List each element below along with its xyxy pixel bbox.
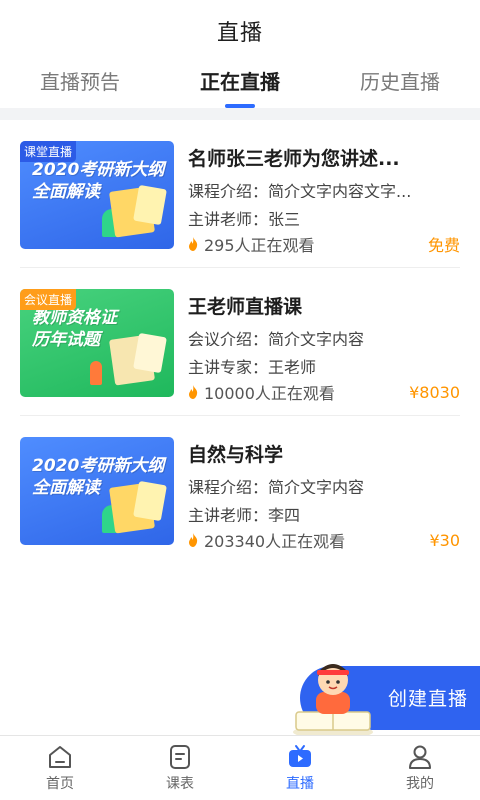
card-title: 名师张三老师为您讲述... <box>188 148 400 170</box>
price-label: 免费 <box>427 236 460 255</box>
tabbar-item-home[interactable]: 首页 <box>0 736 120 800</box>
flame-icon <box>189 385 198 399</box>
price-label: ¥8030 <box>409 382 460 402</box>
home-icon <box>49 746 71 768</box>
header: 直播 <box>0 0 480 62</box>
reading-kid-illustration <box>293 664 373 739</box>
intro-value: 简介文字内容 <box>268 478 365 494</box>
tabbar-label: 首页 <box>46 776 74 792</box>
tab-bar: 直播预告 正在直播 历史直播 <box>0 62 480 108</box>
intro-value: 简介文字内容文字... <box>268 182 412 198</box>
tab-active-indicator <box>225 104 255 108</box>
tab-live-now[interactable]: 正在直播 <box>160 62 320 108</box>
teacher-value: 张三 <box>268 210 301 226</box>
tabbar-item-live[interactable]: 直播 <box>240 736 360 800</box>
thumbnail-text-line: 2020考研新大纲 <box>32 456 165 476</box>
intro-label: 会议介绍： <box>188 330 269 346</box>
live-tv-icon <box>289 745 311 767</box>
intro-value: 简介文字内容 <box>268 330 365 346</box>
live-type-badge: 会议直播 <box>20 289 77 310</box>
intro-label: 课程介绍： <box>188 182 269 198</box>
tab-history[interactable]: 历史直播 <box>320 62 480 108</box>
live-card[interactable]: 2020考研新大纲 全面解读 课堂直播 名师张三老师为您讲述... 课程介绍：简… <box>20 120 460 268</box>
price-label: ¥30 <box>429 530 460 550</box>
card-meta: 295人正在观看 免费 <box>188 232 460 256</box>
card-info: 王老师直播课 会议介绍：简介文字内容 主讲专家：王老师 10000人正在观看 ¥… <box>188 289 460 404</box>
book-illustration <box>133 332 167 374</box>
thumbnail-text-line: 2020考研新大纲 <box>32 160 165 180</box>
live-type-badge: 课堂直播 <box>20 141 77 162</box>
book-illustration <box>133 184 167 226</box>
card-meta: 203340人正在观看 ¥30 <box>188 528 460 552</box>
teacher-line: 主讲老师：张三 <box>188 206 460 226</box>
intro-line: 课程介绍：简介文字内容文字... <box>188 178 460 198</box>
thumbnail-text-line: 历年试题 <box>32 330 100 350</box>
teacher-label: 主讲老师： <box>188 210 269 226</box>
live-card[interactable]: 教师资格证 历年试题 会议直播 王老师直播课 会议介绍：简介文字内容 主讲专家：… <box>20 268 460 416</box>
schedule-icon <box>170 745 190 769</box>
tabbar-item-profile[interactable]: 我的 <box>360 736 480 800</box>
teacher-value: 李四 <box>268 506 301 522</box>
teacher-label: 主讲专家： <box>188 358 269 374</box>
tabbar-label: 直播 <box>286 776 314 792</box>
card-info: 自然与科学 课程介绍：简介文字内容 主讲老师：李四 203340人正在观看 ¥3… <box>188 437 460 552</box>
course-thumbnail[interactable]: 教师资格证 历年试题 会议直播 <box>20 289 174 397</box>
teacher-line: 主讲老师：李四 <box>188 502 460 522</box>
live-card[interactable]: 2020考研新大纲 全面解读 自然与科学 课程介绍：简介文字内容 主讲老师：李四… <box>20 416 460 564</box>
tabbar-label: 课表 <box>166 776 194 792</box>
teacher-line: 主讲专家：王老师 <box>188 354 460 374</box>
thumbnail-text: 教师资格证 历年试题 <box>32 307 117 351</box>
teacher-value: 王老师 <box>268 358 317 374</box>
live-list: 2020考研新大纲 全面解读 课堂直播 名师张三老师为您讲述... 课程介绍：简… <box>0 120 480 564</box>
card-meta: 10000人正在观看 ¥8030 <box>188 380 460 404</box>
page-title: 直播 <box>216 21 263 46</box>
section-divider <box>0 108 480 120</box>
card-info: 名师张三老师为您讲述... 课程介绍：简介文字内容文字... 主讲老师：张三 2… <box>188 141 460 256</box>
profile-icon <box>409 745 431 769</box>
viewer-count-text: 295人正在观看 <box>204 236 315 255</box>
tab-live-now-label: 正在直播 <box>200 70 280 94</box>
viewer-count-text: 10000人正在观看 <box>204 384 335 403</box>
card-title: 王老师直播课 <box>188 296 303 318</box>
tab-upcoming[interactable]: 直播预告 <box>0 62 160 108</box>
bottom-tab-bar: 首页 课表 直播 我的 <box>0 735 480 800</box>
tabbar-item-schedule[interactable]: 课表 <box>120 736 240 800</box>
create-live-button[interactable]: 创建直播 <box>293 664 480 739</box>
tabbar-label: 我的 <box>406 776 434 792</box>
viewer-count-text: 203340人正在观看 <box>204 532 346 551</box>
teacher-label: 主讲老师： <box>188 506 269 522</box>
intro-label: 课程介绍： <box>188 478 269 494</box>
viewer-count: 295人正在观看 <box>188 232 315 256</box>
course-thumbnail[interactable]: 2020考研新大纲 全面解读 课堂直播 <box>20 141 174 249</box>
viewer-count: 203340人正在观看 <box>188 528 345 552</box>
card-title: 自然与科学 <box>188 444 284 466</box>
create-live-label: 创建直播 <box>387 688 468 710</box>
book-illustration <box>133 480 167 522</box>
course-thumbnail[interactable]: 2020考研新大纲 全面解读 <box>20 437 174 545</box>
thumbnail-text-line: 教师资格证 <box>32 308 117 328</box>
person-illustration <box>90 361 102 385</box>
viewer-count: 10000人正在观看 <box>188 380 335 404</box>
flame-icon <box>189 237 198 251</box>
intro-line: 课程介绍：简介文字内容 <box>188 474 460 494</box>
flame-icon <box>189 533 198 547</box>
intro-line: 会议介绍：简介文字内容 <box>188 326 460 346</box>
